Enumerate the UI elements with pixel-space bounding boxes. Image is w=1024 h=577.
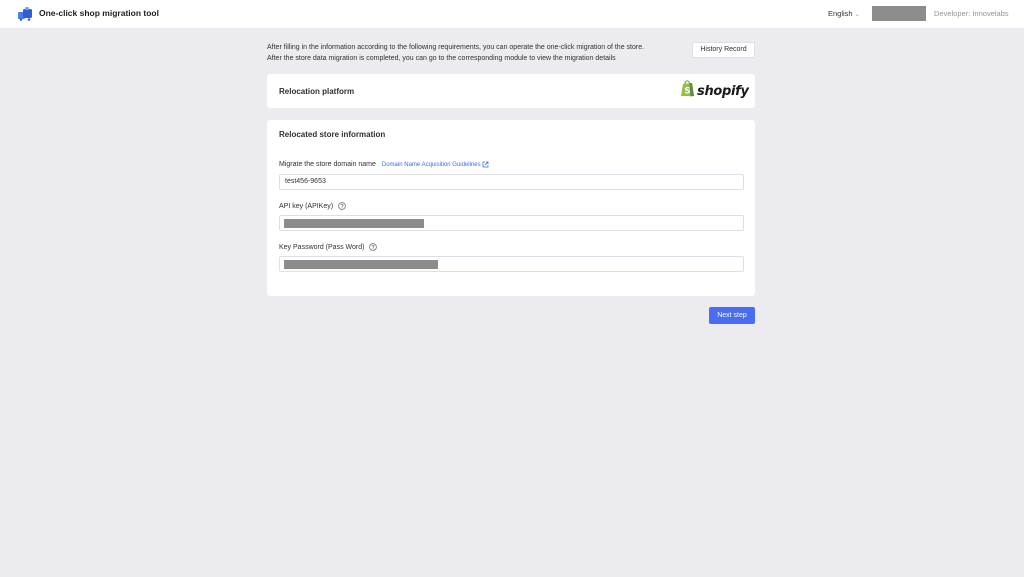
domain-guide-link-text: Domain Name Acquisition Guidelines [381,161,481,168]
password-redacted [284,260,438,269]
password-input[interactable] [279,256,744,272]
shopify-wordmark: shopify [697,83,749,99]
intro-line-2: After the store data migration is comple… [267,55,616,62]
help-circle-icon[interactable] [338,202,346,210]
store-info-card: Relocated store information Migrate the … [267,120,755,296]
language-selector[interactable]: English ⌄ [828,9,860,18]
next-step-button[interactable]: Next step [709,307,755,324]
password-label-text: Key Password (Pass Word) [279,243,365,251]
external-link-icon [482,161,489,168]
password-label: Key Password (Pass Word) [279,243,378,251]
shopify-logo: S shopify [680,80,749,102]
domain-guide-link[interactable]: Domain Name Acquisition Guidelines [382,161,489,168]
history-record-button[interactable]: History Record [692,42,755,58]
relocation-platform-title: Relocation platform [279,87,355,96]
developer-label: Developer: Innovelabs [934,9,1009,18]
svg-text:S: S [684,87,690,97]
top-bar: One-click shop migration tool English ⌄ D… [0,0,1024,29]
app-title: One-click shop migration tool [39,8,159,18]
store-info-title: Relocated store information [279,130,386,139]
domain-label: Migrate the store domain name Domain Nam… [279,161,489,168]
shopify-bag-icon: S [680,80,695,102]
api-key-label-text: API key (APIKey) [279,202,334,210]
domain-label-text: Migrate the store domain name [279,161,376,168]
language-label: English [828,9,853,18]
domain-input[interactable]: test456-9653 [279,174,744,190]
intro-text: After filling in the information accordi… [267,42,644,64]
api-key-input[interactable] [279,215,744,231]
help-circle-icon[interactable] [369,243,378,251]
app-logo-icon [18,7,33,21]
api-key-redacted [284,219,424,228]
api-key-label: API key (APIKey) [279,202,346,210]
domain-input-value: test456-9653 [285,178,326,185]
chevron-down-icon: ⌄ [854,12,860,18]
intro-line-1: After filling in the information accordi… [267,44,645,51]
user-account-redacted[interactable] [872,6,926,21]
